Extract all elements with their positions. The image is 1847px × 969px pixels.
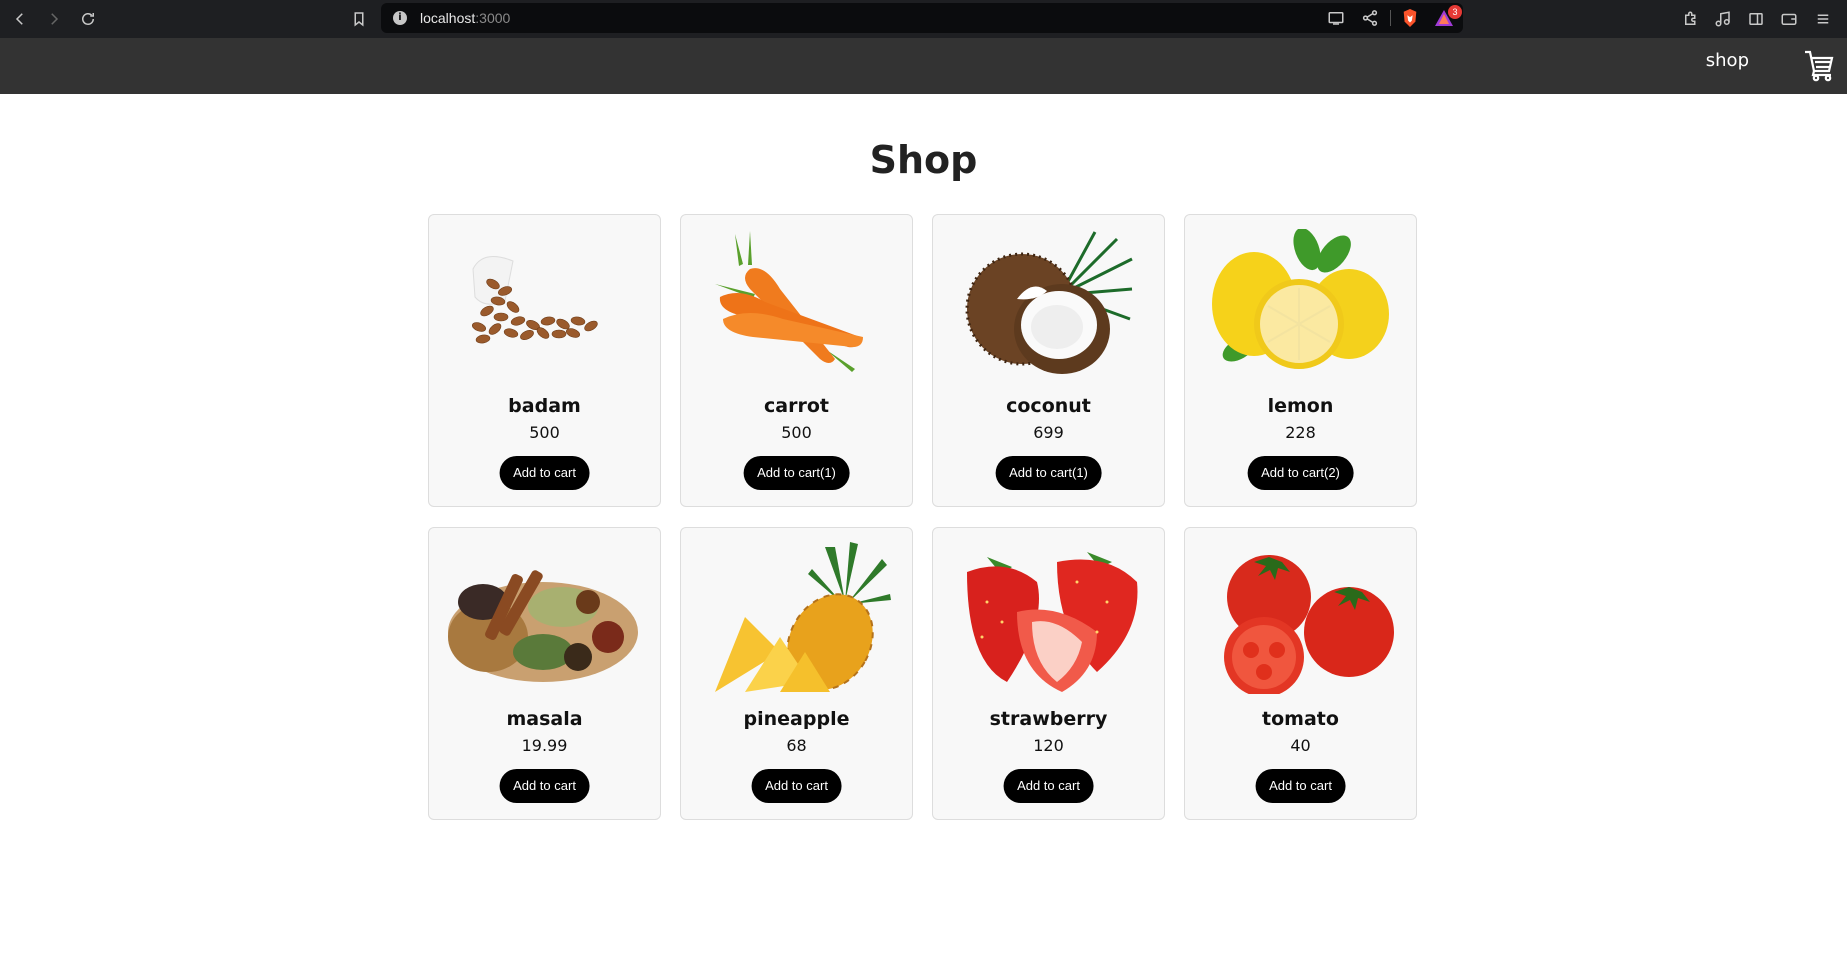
bookmark-icon[interactable] bbox=[347, 7, 371, 31]
add-to-cart-button[interactable]: Add to cart(2) bbox=[1247, 456, 1354, 490]
shopping-cart-icon[interactable] bbox=[1803, 48, 1835, 82]
forward-icon[interactable] bbox=[42, 7, 66, 31]
spices-image bbox=[443, 542, 648, 694]
add-to-cart-button[interactable]: Add to cart bbox=[1003, 769, 1094, 803]
product-name: lemon bbox=[1267, 395, 1334, 417]
url-port: :3000 bbox=[475, 10, 511, 26]
product-grid: badam 500 Add to cart carrot 500 Add to … bbox=[428, 214, 1417, 820]
product-card: strawberry 120 Add to cart bbox=[932, 527, 1165, 820]
url-host: localhost bbox=[420, 10, 476, 26]
lemons-image bbox=[1199, 227, 1404, 381]
product-price: 500 bbox=[529, 423, 560, 442]
strawberries-image bbox=[947, 542, 1152, 694]
brave-shields-icon[interactable] bbox=[1401, 8, 1419, 28]
product-name: tomato bbox=[1262, 708, 1339, 730]
product-name: pineapple bbox=[743, 708, 850, 730]
product-price: 120 bbox=[1033, 736, 1064, 755]
add-to-cart-button[interactable]: Add to cart bbox=[1255, 769, 1346, 803]
product-price: 19.99 bbox=[521, 736, 568, 755]
nav-shop-link[interactable]: shop bbox=[1706, 50, 1749, 71]
pineapple-image bbox=[695, 542, 900, 694]
extensions-icon[interactable] bbox=[1679, 7, 1703, 31]
sidebar-icon[interactable] bbox=[1744, 7, 1768, 31]
product-name: carrot bbox=[764, 395, 829, 417]
product-card: coconut 699 Add to cart(1) bbox=[932, 214, 1165, 507]
product-name: coconut bbox=[1006, 395, 1091, 417]
browser-toolbar: i localhost:3000 3 bbox=[0, 0, 1847, 38]
product-card: lemon 228 Add to cart(2) bbox=[1184, 214, 1417, 507]
add-to-cart-button[interactable]: Add to cart bbox=[499, 769, 590, 803]
product-card: badam 500 Add to cart bbox=[428, 214, 661, 507]
menu-icon[interactable] bbox=[1811, 7, 1835, 31]
product-price: 40 bbox=[1290, 736, 1311, 755]
product-price: 500 bbox=[781, 423, 812, 442]
product-card: masala 19.99 Add to cart bbox=[428, 527, 661, 820]
almonds-image bbox=[443, 229, 648, 381]
url-text[interactable]: localhost:3000 bbox=[420, 10, 510, 26]
product-price: 699 bbox=[1033, 423, 1064, 442]
app-navbar: shop bbox=[0, 38, 1847, 94]
product-name: masala bbox=[506, 708, 583, 730]
rewards-badge: 3 bbox=[1448, 5, 1462, 19]
add-to-cart-button[interactable]: Add to cart(1) bbox=[743, 456, 850, 490]
site-info-icon[interactable]: i bbox=[393, 11, 407, 25]
add-to-cart-button[interactable]: Add to cart(1) bbox=[995, 456, 1102, 490]
product-name: strawberry bbox=[989, 708, 1108, 730]
address-bar[interactable]: i localhost:3000 3 bbox=[381, 3, 1463, 33]
divider bbox=[1390, 10, 1391, 26]
product-card: tomato 40 Add to cart bbox=[1184, 527, 1417, 820]
add-to-cart-button[interactable]: Add to cart bbox=[751, 769, 842, 803]
music-icon[interactable] bbox=[1711, 7, 1735, 31]
product-card: pineapple 68 Add to cart bbox=[680, 527, 913, 820]
wallet-icon[interactable] bbox=[1777, 7, 1801, 31]
cast-icon[interactable] bbox=[1327, 9, 1345, 27]
tomatoes-image bbox=[1199, 542, 1404, 697]
coconut-image bbox=[947, 229, 1152, 381]
carrots-image bbox=[695, 229, 900, 381]
product-name: badam bbox=[508, 395, 581, 417]
reload-icon[interactable] bbox=[76, 7, 100, 31]
back-icon[interactable] bbox=[8, 7, 32, 31]
product-card: carrot 500 Add to cart(1) bbox=[680, 214, 913, 507]
page-title: Shop bbox=[869, 138, 978, 182]
product-price: 228 bbox=[1285, 423, 1316, 442]
share-icon[interactable] bbox=[1361, 9, 1379, 27]
add-to-cart-button[interactable]: Add to cart bbox=[499, 456, 590, 490]
product-price: 68 bbox=[786, 736, 807, 755]
